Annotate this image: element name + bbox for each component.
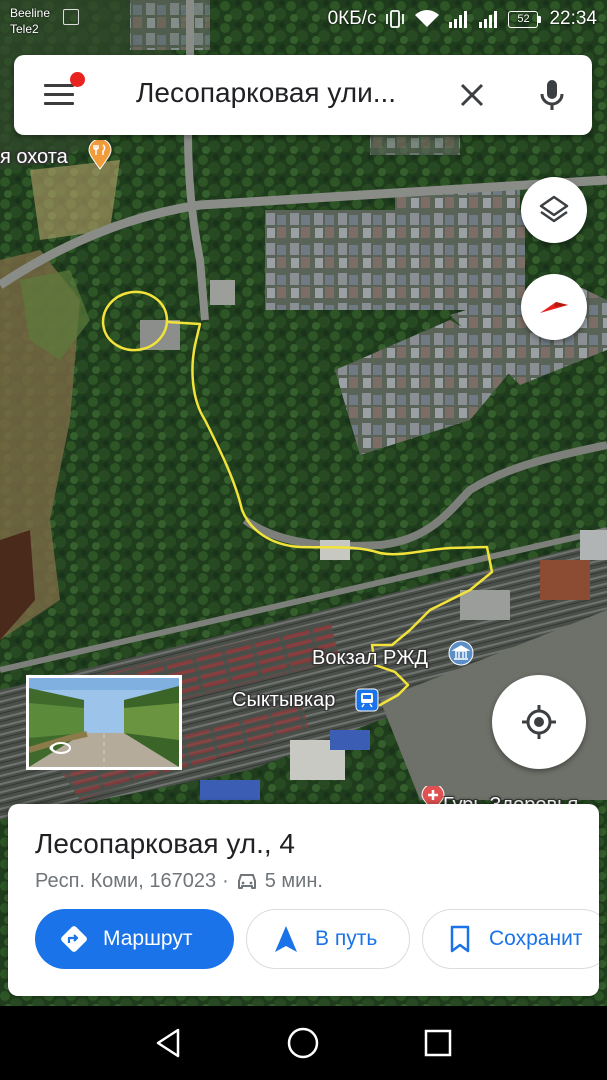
data-speed: 0КБ/с [327,8,377,29]
my-location-button[interactable] [492,675,586,769]
place-subtitle: Респ. Коми, 167023 · 5 мин. [35,870,323,893]
route-button-label: Маршрут [103,927,193,950]
recents-button[interactable] [421,1026,455,1060]
home-icon [287,1027,319,1059]
navigation-arrow-icon [271,924,301,954]
my-location-icon [522,705,556,739]
battery-level: 52 [508,10,539,28]
search-bar[interactable]: Лесопарковая ули... [14,55,592,135]
back-button[interactable] [152,1026,186,1060]
drive-time: 5 мин. [264,870,323,892]
battery-icon: 52 [508,10,542,28]
place-title: Лесопарковая ул., 4 [35,828,295,859]
start-button-label: В путь [315,927,378,950]
clock: 22:34 [549,8,597,29]
save-button-label: Сохранит [489,927,583,950]
system-navigation-bar [0,1006,607,1080]
place-card[interactable]: Лесопарковая ул., 4 Респ. Коми, 167023 ·… [8,804,599,996]
separator-dot: · [222,870,229,892]
carrier-names: Beeline Tele2 [10,5,50,37]
restaurant-icon[interactable] [88,140,112,170]
route-button[interactable]: Маршрут [35,909,234,969]
clear-search-button[interactable] [454,77,490,113]
voice-search-button[interactable] [532,75,572,115]
place-address: Респ. Коми, 167023 [35,870,217,892]
signal-icon-1 [448,9,470,29]
save-button[interactable]: Сохранит [422,909,599,969]
poi-label-station[interactable]: Вокзал РЖД [312,647,428,670]
microphone-icon [540,80,564,110]
status-bar: Beeline Tele2 0КБ/с 52 22:34 [0,0,607,42]
poi-label-hunt[interactable]: я охота [0,146,68,169]
street-view-thumbnail[interactable] [26,675,182,770]
layers-icon [539,195,569,223]
image-notification-icon [63,9,79,25]
signal-icon-2 [478,9,500,29]
bookmark-icon [445,924,475,954]
compass-icon [540,302,568,313]
search-input[interactable]: Лесопарковая ули... [136,77,396,109]
back-icon [156,1028,180,1058]
poi-label-city-station[interactable]: Сыктывкар [232,689,335,712]
car-icon [237,873,256,889]
carrier-1: Beeline [10,6,51,20]
notification-dot [70,72,85,87]
start-navigation-button[interactable]: В путь [246,909,410,969]
close-icon [460,83,484,107]
landmark-icon[interactable] [448,640,474,666]
carrier-2: Tele2 [10,22,39,36]
layers-button[interactable] [521,177,587,243]
home-button[interactable] [286,1026,320,1060]
train-icon[interactable] [355,688,379,712]
menu-button[interactable] [42,81,76,109]
vibrate-icon [384,9,406,29]
recents-icon [424,1029,452,1057]
compass-button[interactable] [521,274,587,340]
street-view-image [29,678,179,767]
wifi-icon [414,9,440,29]
directions-icon [59,924,89,954]
